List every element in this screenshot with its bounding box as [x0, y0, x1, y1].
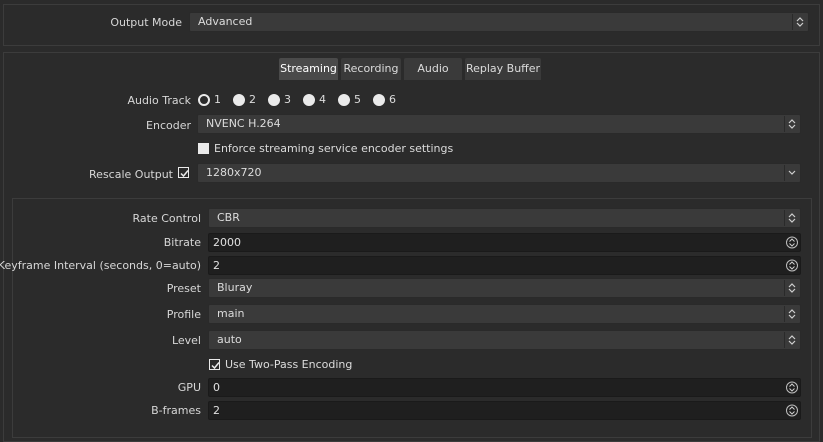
- gpu-value: 0: [213, 381, 220, 394]
- updown-chevron-icon: [784, 116, 798, 132]
- keyframe-interval-spinbox[interactable]: 2: [208, 256, 801, 275]
- two-pass-label: Use Two-Pass Encoding: [225, 358, 353, 371]
- bitrate-label: Bitrate: [163, 236, 201, 249]
- spin-arrows-icon[interactable]: [785, 235, 799, 250]
- preset-value: Bluray: [217, 281, 253, 294]
- spin-arrows-icon[interactable]: [785, 258, 799, 273]
- gpu-label: GPU: [177, 381, 201, 394]
- rate-control-select[interactable]: CBR: [208, 208, 801, 228]
- gpu-spinbox[interactable]: 0: [208, 378, 801, 397]
- bitrate-value: 2000: [213, 236, 241, 249]
- profile-label: Profile: [166, 308, 201, 321]
- spin-arrows-icon[interactable]: [785, 403, 799, 418]
- bframes-value: 2: [213, 404, 220, 417]
- encoder-label: Encoder: [146, 119, 191, 132]
- encoder-value: NVENC H.264: [206, 117, 281, 130]
- bitrate-spinbox[interactable]: 2000: [208, 233, 801, 252]
- tab-streaming[interactable]: Streaming: [279, 58, 338, 80]
- enforce-checkbox[interactable]: [198, 143, 209, 154]
- spin-arrows-icon[interactable]: [785, 380, 799, 395]
- tab-recording[interactable]: Recording: [341, 58, 401, 80]
- rate-control-value: CBR: [217, 211, 240, 224]
- preset-label: Preset: [166, 282, 201, 295]
- audio-track-label: Audio Track: [127, 94, 191, 107]
- rate-control-label: Rate Control: [132, 212, 201, 225]
- level-value: auto: [217, 333, 242, 346]
- chevron-down-icon: [784, 165, 798, 181]
- preset-select[interactable]: Bluray: [208, 278, 801, 298]
- output-mode-select[interactable]: Advanced: [189, 12, 809, 32]
- rescale-output-checkbox[interactable]: [178, 167, 189, 178]
- profile-select[interactable]: main: [208, 304, 801, 324]
- bframes-spinbox[interactable]: 2: [208, 401, 801, 420]
- encoder-select[interactable]: NVENC H.264: [197, 114, 801, 134]
- level-select[interactable]: auto: [208, 330, 801, 350]
- profile-value: main: [217, 307, 245, 320]
- tab-replay-buffer[interactable]: Replay Buffer: [465, 58, 541, 80]
- enforce-label: Enforce streaming service encoder settin…: [214, 142, 454, 155]
- updown-chevron-icon: [784, 210, 798, 226]
- updown-chevron-icon: [784, 332, 798, 348]
- rescale-output-label: Rescale Output: [89, 168, 173, 181]
- level-label: Level: [171, 334, 201, 347]
- updown-chevron-icon: [784, 280, 798, 296]
- rescale-output-value: 1280x720: [206, 166, 262, 179]
- keyframe-interval-value: 2: [213, 259, 220, 272]
- two-pass-checkbox[interactable]: [209, 359, 220, 370]
- rescale-output-select[interactable]: 1280x720: [197, 163, 801, 183]
- output-mode-label: Output Mode: [110, 16, 182, 29]
- updown-chevron-icon: [784, 306, 798, 322]
- bframes-label: B-frames: [151, 404, 201, 417]
- tab-audio[interactable]: Audio: [404, 58, 462, 80]
- output-mode-value: Advanced: [198, 15, 253, 28]
- updown-chevron-icon: [792, 14, 806, 30]
- keyframe-interval-label: Keyframe Interval (seconds, 0=auto): [0, 259, 201, 272]
